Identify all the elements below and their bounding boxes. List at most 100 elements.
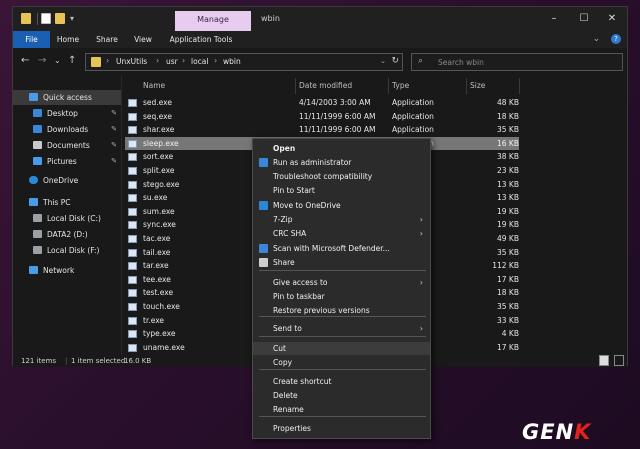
column-header-date[interactable]: Date modified: [299, 79, 352, 93]
menu-item-run-as-administrator[interactable]: Run as administrator: [253, 156, 430, 169]
menu-item-move-to-onedrive[interactable]: Move to OneDrive: [253, 199, 430, 212]
expand-ribbon-icon[interactable]: ⌄: [593, 34, 601, 44]
file-name: seq.exe: [143, 111, 172, 121]
pin-icon: ✎: [111, 125, 117, 133]
forward-button[interactable]: →: [38, 56, 46, 66]
exe-icon: [128, 99, 137, 107]
menu-item-give-access-to[interactable]: Give access to ›: [253, 276, 430, 289]
menu-item-rename[interactable]: Rename: [253, 403, 430, 416]
sidebar-item-documents[interactable]: Documents ✎: [13, 138, 121, 153]
menu-item-share[interactable]: Share: [253, 256, 430, 269]
column-divider[interactable]: [388, 78, 389, 94]
sidebar-item-onedrive[interactable]: OneDrive: [13, 173, 121, 188]
download-icon: [33, 125, 42, 133]
file-name: tail.exe: [143, 247, 171, 257]
sidebar-item-downloads[interactable]: Downloads ✎: [13, 122, 121, 137]
selection-size: 16.0 KB: [124, 357, 152, 365]
menu-item-open[interactable]: Open: [253, 142, 430, 155]
breadcrumb-wbin[interactable]: wbin: [223, 57, 241, 66]
menu-item-scan-with-microsoft-defender[interactable]: Scan with Microsoft Defender...: [253, 242, 430, 255]
menu-item-label: Give access to: [273, 278, 328, 287]
menu-item-label: Scan with Microsoft Defender...: [273, 244, 390, 253]
maximize-button[interactable]: ☐: [570, 10, 598, 28]
tab-application-tools[interactable]: Application Tools: [169, 31, 233, 48]
menu-item-crc-sha[interactable]: CRC SHA ›: [253, 227, 430, 240]
manage-tab[interactable]: Manage: [175, 11, 251, 31]
search-placeholder: Search wbin: [438, 58, 484, 67]
table-row[interactable]: seq.exe 11/11/1999 6:00 AM Application 18 K…: [125, 110, 519, 124]
sidebar-item-local-disk-f[interactable]: Local Disk (F:): [13, 243, 121, 258]
recent-locations-button[interactable]: ⌄: [54, 56, 61, 66]
menu-item-create-shortcut[interactable]: Create shortcut: [253, 375, 430, 388]
network-icon: [29, 266, 38, 274]
customize-toolbar-icon[interactable]: ▾: [70, 14, 74, 23]
close-button[interactable]: ✕: [598, 10, 626, 28]
tab-share[interactable]: Share: [94, 31, 120, 48]
menu-item-troubleshoot-compatibility[interactable]: Troubleshoot compatibility: [253, 170, 430, 183]
menu-item-7-zip[interactable]: 7-Zip ›: [253, 213, 430, 226]
table-row[interactable]: shar.exe 11/11/1999 6:00 AM Application 35 …: [125, 123, 519, 137]
breadcrumb-separator: ›: [214, 56, 218, 65]
column-divider[interactable]: [519, 78, 520, 94]
table-row[interactable]: sed.exe 4/14/2003 3:00 AM Application 48 KB: [125, 96, 519, 110]
sidebar-item-quick-access[interactable]: Quick access: [13, 90, 121, 105]
column-header-type[interactable]: Type: [392, 79, 409, 93]
breadcrumb-local[interactable]: local: [191, 57, 208, 66]
sidebar-item-data2-d[interactable]: DATA2 (D:): [13, 227, 121, 242]
refresh-icon[interactable]: ↻: [391, 56, 399, 66]
pin-icon: ✎: [111, 141, 117, 149]
up-button[interactable]: ↑: [68, 56, 76, 66]
sidebar-item-network[interactable]: Network: [13, 263, 121, 278]
sidebar-item-local-disk-c[interactable]: Local Disk (C:): [13, 211, 121, 226]
new-folder-icon[interactable]: [55, 13, 65, 24]
tab-file[interactable]: File: [13, 31, 50, 48]
sidebar-item-this-pc[interactable]: This PC: [13, 195, 121, 210]
exe-icon: [128, 167, 137, 175]
folder-icon: [21, 13, 31, 24]
menu-item-send-to[interactable]: Send to ›: [253, 322, 430, 335]
details-view-button[interactable]: [599, 355, 609, 366]
menu-item-pin-to-start[interactable]: Pin to Start: [253, 184, 430, 197]
tab-view[interactable]: View: [131, 31, 155, 48]
menu-item-label: Pin to Start: [273, 186, 315, 195]
file-name: sort.exe: [143, 152, 174, 162]
search-input[interactable]: ⌕ Search wbin: [411, 53, 623, 71]
breadcrumb-unxutils[interactable]: UnxUtils: [116, 57, 147, 66]
file-size: 18 KB: [497, 288, 519, 298]
sidebar-item-desktop[interactable]: Desktop ✎: [13, 106, 121, 121]
back-button[interactable]: ←: [21, 56, 29, 66]
minimize-button[interactable]: –: [540, 10, 568, 28]
menu-item-delete[interactable]: Delete: [253, 389, 430, 402]
menu-item-copy[interactable]: Copy: [253, 356, 430, 369]
menu-item-properties[interactable]: Properties: [253, 422, 430, 435]
address-bar[interactable]: › UnxUtils › usr › local › wbin ⌄ ↻: [85, 53, 403, 71]
file-size: 35 KB: [497, 125, 519, 135]
folder-icon: [91, 57, 101, 67]
column-divider[interactable]: [295, 78, 296, 94]
breadcrumb-usr[interactable]: usr: [166, 57, 178, 66]
menu-item-label: Pin to taskbar: [273, 292, 325, 301]
file-date: 11/11/1999 6:00 AM: [299, 125, 376, 135]
file-name: sync.exe: [143, 220, 176, 230]
context-menu: Open Run as administrator Troubleshoot com…: [252, 138, 431, 439]
sidebar-item-pictures[interactable]: Pictures ✎: [13, 154, 121, 169]
divider: [37, 13, 38, 25]
exe-icon: [128, 221, 137, 230]
exe-icon: [128, 207, 137, 216]
column-header-size[interactable]: Size: [470, 79, 485, 93]
help-icon[interactable]: ?: [611, 34, 621, 44]
exe-icon: [128, 330, 137, 339]
properties-icon[interactable]: [41, 13, 51, 24]
file-size: 4 KB: [501, 329, 519, 339]
menu-item-label: 7-Zip: [273, 215, 293, 224]
column-header-name[interactable]: Name: [143, 79, 165, 93]
address-history-icon[interactable]: ⌄: [380, 57, 386, 65]
column-divider[interactable]: [466, 78, 467, 94]
file-name: sleep.exe: [143, 138, 179, 148]
menu-item-cut[interactable]: Cut: [253, 342, 430, 355]
menu-item-label: Rename: [273, 405, 304, 414]
menu-item-pin-to-taskbar[interactable]: Pin to taskbar: [253, 290, 430, 303]
file-date: 11/11/1999 6:00 AM: [299, 111, 376, 121]
large-icons-view-button[interactable]: [614, 355, 624, 366]
tab-home[interactable]: Home: [55, 31, 81, 48]
